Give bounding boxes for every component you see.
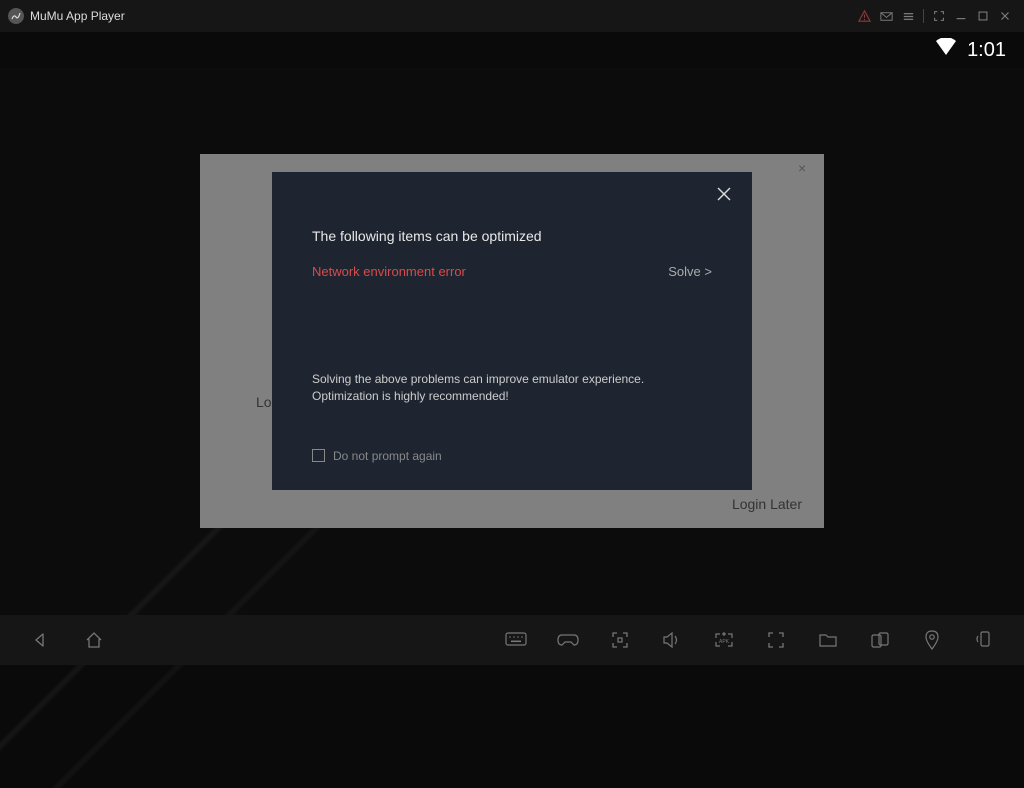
location-icon[interactable] xyxy=(920,628,944,652)
wifi-icon xyxy=(935,38,957,62)
warning-icon[interactable] xyxy=(853,5,875,27)
optimize-note-line2: Optimization is highly recommended! xyxy=(312,389,509,403)
shake-icon[interactable] xyxy=(972,628,996,652)
optimize-heading: The following items can be optimized xyxy=(312,228,712,244)
fullscreen-toolbar-icon[interactable] xyxy=(608,628,632,652)
keyboard-icon[interactable] xyxy=(504,628,528,652)
back-icon[interactable] xyxy=(28,628,52,652)
optimize-dialog-close-icon[interactable] xyxy=(716,186,736,206)
titlebar-separator xyxy=(923,9,924,23)
android-status-bar: 1:01 xyxy=(0,32,1024,68)
app-logo-icon xyxy=(8,8,24,24)
issue-row: Network environment error Solve > xyxy=(312,264,712,279)
window-titlebar: MuMu App Player xyxy=(0,0,1024,32)
issue-label: Network environment error xyxy=(312,264,466,279)
multi-instance-icon[interactable] xyxy=(868,628,892,652)
login-later-button[interactable]: Login Later xyxy=(732,496,802,512)
emulator-screen: × Lo Login Later The following items can… xyxy=(0,68,1024,638)
svg-text:APK: APK xyxy=(719,639,730,645)
screenshot-icon[interactable] xyxy=(764,628,788,652)
folder-icon[interactable] xyxy=(816,628,840,652)
checkbox-box-icon xyxy=(312,449,325,462)
mail-icon[interactable] xyxy=(875,5,897,27)
gamepad-icon[interactable] xyxy=(556,628,580,652)
status-time: 1:01 xyxy=(967,39,1006,62)
close-window-icon[interactable] xyxy=(994,5,1016,27)
volume-icon[interactable] xyxy=(660,628,684,652)
do-not-prompt-label: Do not prompt again xyxy=(333,449,442,463)
solve-button[interactable]: Solve > xyxy=(668,264,712,279)
home-icon[interactable] xyxy=(82,628,106,652)
do-not-prompt-checkbox[interactable]: Do not prompt again xyxy=(312,449,712,463)
minimize-icon[interactable] xyxy=(950,5,972,27)
optimize-dialog: The following items can be optimized Net… xyxy=(272,172,752,490)
optimize-note: Solving the above problems can improve e… xyxy=(312,371,712,405)
login-partial-text: Lo xyxy=(256,394,272,410)
window-title: MuMu App Player xyxy=(30,9,125,23)
fullscreen-icon[interactable] xyxy=(928,5,950,27)
maximize-icon[interactable] xyxy=(972,5,994,27)
apk-install-icon[interactable]: APK xyxy=(712,628,736,652)
hamburger-menu-icon[interactable] xyxy=(897,5,919,27)
optimize-note-line1: Solving the above problems can improve e… xyxy=(312,372,644,386)
emulator-toolbar: APK xyxy=(0,615,1024,665)
login-dialog-close-icon[interactable]: × xyxy=(798,160,814,176)
